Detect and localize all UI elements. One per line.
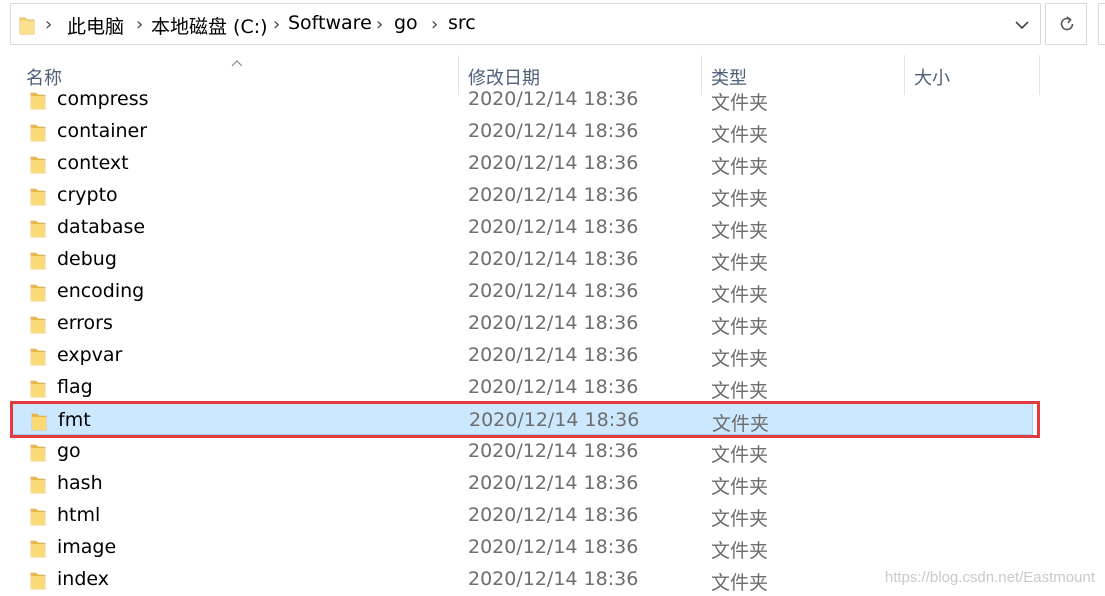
folder-icon <box>30 538 46 562</box>
file-row[interactable]: crypto 2020/12/14 18:36 文件夹 <box>11 179 1033 211</box>
file-type: 文件夹 <box>711 188 769 210</box>
file-date: 2020/12/14 18:36 <box>468 152 639 174</box>
file-date: 2020/12/14 18:36 <box>468 184 639 206</box>
file-list: compress 2020/12/14 18:36 文件夹 container 2020… <box>0 83 1105 596</box>
watermark-text: https://blog.csdn.net/Eastmount <box>884 569 1095 586</box>
file-row[interactable]: errors 2020/12/14 18:36 文件夹 <box>11 307 1033 339</box>
file-name: crypto <box>57 184 118 206</box>
chevron-down-icon[interactable] <box>1012 15 1032 35</box>
file-type: 文件夹 <box>711 316 769 338</box>
file-type: 文件夹 <box>711 284 769 306</box>
file-date: 2020/12/14 18:36 <box>468 216 639 238</box>
sort-up-icon <box>230 53 244 72</box>
file-row[interactable]: index 2020/12/14 18:36 文件夹 <box>11 563 1033 595</box>
annotation-highlight-box <box>10 401 1040 438</box>
folder-icon <box>30 570 46 594</box>
file-type: 文件夹 <box>711 348 769 370</box>
chevron-right-icon[interactable]: › <box>431 14 438 35</box>
folder-icon <box>30 506 46 530</box>
folder-icon <box>30 218 46 242</box>
file-row[interactable]: flag 2020/12/14 18:36 文件夹 <box>11 371 1033 403</box>
file-date: 2020/12/14 18:36 <box>468 472 639 494</box>
file-date: 2020/12/14 18:36 <box>468 376 639 398</box>
file-date: 2020/12/14 18:36 <box>468 248 639 270</box>
file-date: 2020/12/14 18:36 <box>468 88 639 110</box>
file-date: 2020/12/14 18:36 <box>468 504 639 526</box>
file-row[interactable]: context 2020/12/14 18:36 文件夹 <box>11 147 1033 179</box>
chevron-right-icon[interactable]: › <box>136 14 143 35</box>
folder-icon <box>30 474 46 498</box>
file-name: index <box>57 568 109 590</box>
file-name: container <box>57 120 148 142</box>
file-type: 文件夹 <box>711 540 769 562</box>
folder-icon <box>30 154 46 178</box>
file-row[interactable]: go 2020/12/14 18:36 文件夹 <box>11 435 1033 467</box>
file-date: 2020/12/14 18:36 <box>468 568 639 590</box>
breadcrumb-src[interactable]: src <box>448 12 476 34</box>
file-date: 2020/12/14 18:36 <box>468 280 639 302</box>
folder-icon <box>19 15 35 39</box>
file-name: encoding <box>57 280 145 302</box>
folder-icon <box>30 186 46 210</box>
file-type: 文件夹 <box>711 124 769 146</box>
file-name: compress <box>57 88 149 110</box>
breadcrumb-local-disk[interactable]: 本地磁盘 (C:) <box>151 12 268 39</box>
file-row[interactable]: hash 2020/12/14 18:36 文件夹 <box>11 467 1033 499</box>
file-date: 2020/12/14 18:36 <box>468 440 639 462</box>
folder-icon <box>30 90 46 114</box>
file-name: hash <box>57 472 103 494</box>
chevron-right-icon[interactable]: › <box>376 14 383 35</box>
file-explorer-window: › 此电脑 › 本地磁盘 (C:) › Software › go › src <box>0 0 1105 596</box>
file-name: go <box>57 440 81 462</box>
file-type: 文件夹 <box>711 444 769 466</box>
folder-icon <box>30 442 46 466</box>
file-name: flag <box>57 376 93 398</box>
breadcrumb-go[interactable]: go <box>394 12 418 34</box>
file-date: 2020/12/14 18:36 <box>468 312 639 334</box>
file-row[interactable]: image 2020/12/14 18:36 文件夹 <box>11 531 1033 563</box>
file-type: 文件夹 <box>711 252 769 274</box>
file-type: 文件夹 <box>711 220 769 242</box>
chevron-right-icon[interactable]: › <box>273 14 280 35</box>
breadcrumb-this-pc[interactable]: 此电脑 <box>67 12 124 39</box>
file-type: 文件夹 <box>711 92 769 114</box>
file-date: 2020/12/14 18:36 <box>468 344 639 366</box>
file-date: 2020/12/14 18:36 <box>468 120 639 142</box>
folder-icon <box>30 378 46 402</box>
file-name: errors <box>57 312 113 334</box>
file-name: image <box>57 536 117 558</box>
file-name: database <box>57 216 146 238</box>
file-date: 2020/12/14 18:36 <box>468 536 639 558</box>
search-box-edge[interactable] <box>1098 3 1105 45</box>
chevron-right-icon[interactable]: › <box>45 14 52 35</box>
file-row[interactable]: container 2020/12/14 18:36 文件夹 <box>11 115 1033 147</box>
folder-icon <box>30 282 46 306</box>
file-name: context <box>57 152 129 174</box>
file-type: 文件夹 <box>711 572 769 594</box>
file-type: 文件夹 <box>711 508 769 530</box>
file-row[interactable]: compress 2020/12/14 18:36 文件夹 <box>11 83 1033 115</box>
folder-icon <box>30 314 46 338</box>
file-row[interactable]: debug 2020/12/14 18:36 文件夹 <box>11 243 1033 275</box>
breadcrumb-software[interactable]: Software <box>288 12 372 34</box>
folder-icon <box>30 122 46 146</box>
address-bar[interactable]: › 此电脑 › 本地磁盘 (C:) › Software › go › src <box>10 3 1041 45</box>
refresh-icon <box>1057 14 1077 38</box>
file-name: expvar <box>57 344 123 366</box>
file-row[interactable]: expvar 2020/12/14 18:36 文件夹 <box>11 339 1033 371</box>
file-type: 文件夹 <box>711 476 769 498</box>
file-type: 文件夹 <box>711 380 769 402</box>
file-row[interactable]: html 2020/12/14 18:36 文件夹 <box>11 499 1033 531</box>
file-row[interactable]: encoding 2020/12/14 18:36 文件夹 <box>11 275 1033 307</box>
refresh-button[interactable] <box>1045 3 1087 45</box>
folder-icon <box>30 346 46 370</box>
file-row[interactable]: database 2020/12/14 18:36 文件夹 <box>11 211 1033 243</box>
folder-icon <box>30 250 46 274</box>
file-type: 文件夹 <box>711 156 769 178</box>
file-name: debug <box>57 248 117 270</box>
file-name: html <box>57 504 101 526</box>
